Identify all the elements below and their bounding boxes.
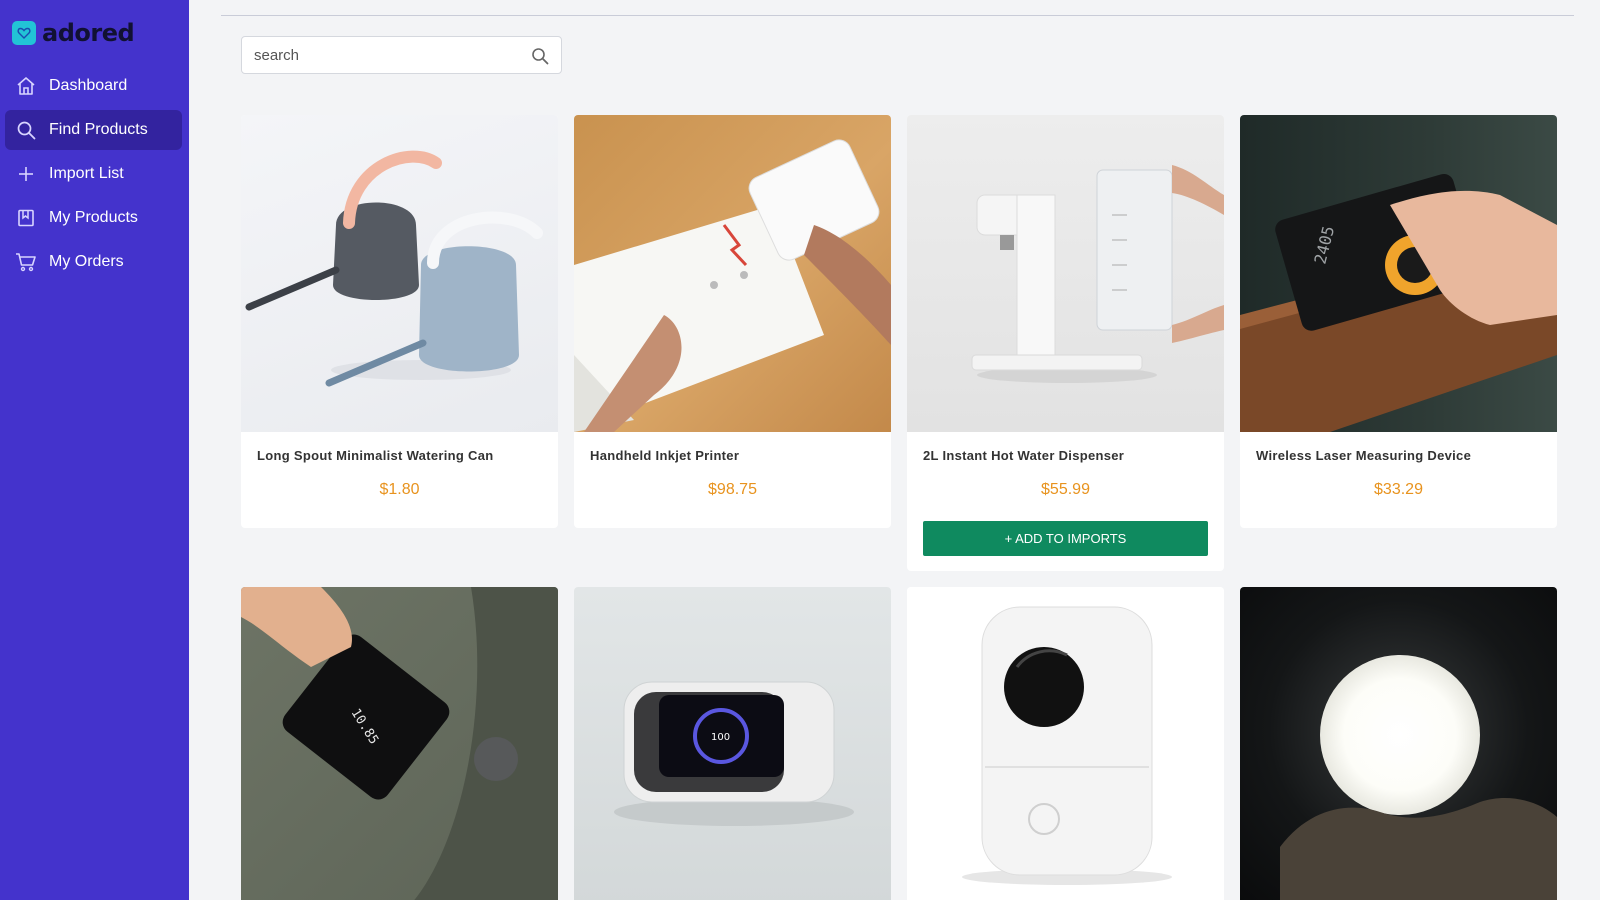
product-price: $1.80: [379, 481, 420, 498]
product-price: $98.75: [708, 481, 757, 498]
nav-label: My Orders: [49, 253, 124, 270]
inkjet-printer-image[interactable]: [574, 115, 891, 432]
search-box: [241, 36, 562, 74]
product-card[interactable]: 2405 Wireless Laser Measuring Device $33…: [1240, 115, 1557, 528]
home-icon: [15, 75, 37, 97]
sidebar: adored Dashboard Find Products Import Li…: [0, 0, 189, 900]
svg-text:100: 100: [711, 732, 730, 743]
search-icon: [15, 119, 37, 141]
nav-item-dashboard[interactable]: Dashboard: [5, 66, 182, 106]
nav-label: Import List: [49, 165, 124, 182]
water-dispenser-image[interactable]: [907, 115, 1224, 432]
wireless-charger-speaker-image[interactable]: 100: [574, 587, 891, 900]
laser-measure-image[interactable]: 2405: [1240, 115, 1557, 432]
logo[interactable]: adored: [12, 19, 135, 47]
product-title[interactable]: Long Spout Minimalist Watering Can: [257, 448, 494, 463]
product-title[interactable]: Handheld Inkjet Printer: [590, 448, 739, 463]
nav-item-find-products[interactable]: Find Products: [5, 110, 182, 150]
nav-item-my-orders[interactable]: My Orders: [5, 242, 182, 282]
label-printer-image[interactable]: [907, 587, 1224, 900]
search-icon[interactable]: [529, 45, 551, 67]
cart-icon: [15, 251, 37, 273]
nav-label: Dashboard: [49, 77, 128, 94]
add-to-imports-button[interactable]: + ADD TO IMPORTS: [923, 521, 1208, 556]
moon-lamp-image[interactable]: [1240, 587, 1557, 900]
search-input[interactable]: [254, 37, 514, 73]
product-card[interactable]: Long Spout Minimalist Watering Can $1.80: [241, 115, 558, 528]
product-price: $33.29: [1374, 481, 1423, 498]
nav-label: Find Products: [49, 121, 148, 138]
product-card[interactable]: 10.85: [241, 587, 558, 900]
header-divider: [221, 15, 1574, 16]
product-price: $55.99: [1041, 481, 1090, 498]
bookmark-icon: [15, 207, 37, 229]
product-title[interactable]: Wireless Laser Measuring Device: [1256, 448, 1471, 463]
product-card[interactable]: Handheld Inkjet Printer $98.75: [574, 115, 891, 528]
product-card[interactable]: [1240, 587, 1557, 900]
product-card[interactable]: [907, 587, 1224, 900]
product-title[interactable]: 2L Instant Hot Water Dispenser: [923, 448, 1124, 463]
nav-item-import-list[interactable]: Import List: [5, 154, 182, 194]
watering-can-image[interactable]: [241, 115, 558, 432]
brand-name: adored: [42, 19, 135, 47]
heart-logo-icon: [12, 21, 36, 45]
product-card-hovered[interactable]: 2L Instant Hot Water Dispenser $55.99 + …: [907, 115, 1224, 571]
product-card[interactable]: 100: [574, 587, 891, 900]
nav-label: My Products: [49, 209, 138, 226]
main-nav: Dashboard Find Products Import List My P…: [5, 66, 182, 286]
plus-icon: [15, 163, 37, 185]
nav-item-my-products[interactable]: My Products: [5, 198, 182, 238]
digital-tape-measure-image[interactable]: 10.85: [241, 587, 558, 900]
